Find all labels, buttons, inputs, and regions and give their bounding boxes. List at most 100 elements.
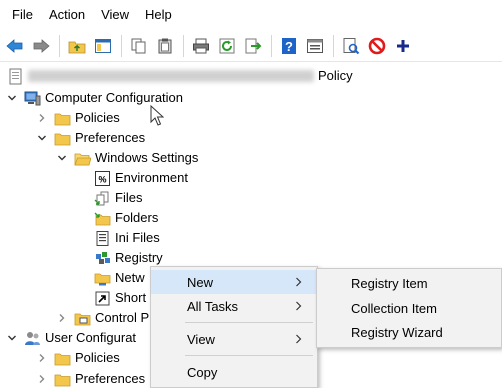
submenu-item-registry-item-label: Registry Item — [351, 275, 428, 291]
mouse-cursor-icon — [150, 105, 164, 126]
network-shares-icon — [93, 269, 111, 287]
folders-label: Folders — [115, 210, 159, 225]
context-menu-separator — [185, 322, 313, 323]
toolbar-separator — [271, 34, 272, 57]
control-panel-label: Control P — [95, 310, 150, 325]
environment-label: Environment — [115, 170, 188, 185]
new-submenu: Registry Item Collection Item Registry W… — [316, 268, 502, 348]
tree-item-control-panel-settings[interactable]: Control P — [56, 308, 149, 328]
chevron-right-icon — [295, 298, 305, 314]
tree-item-root-policy[interactable]: Policy — [6, 66, 353, 86]
submenu-item-registry-wizard-label: Registry Wizard — [351, 324, 443, 340]
chevron-down-icon[interactable] — [56, 148, 68, 168]
folder-icon — [53, 129, 71, 147]
files-label: Files — [115, 190, 143, 205]
export-list-icon[interactable] — [242, 35, 264, 57]
submenu-item-collection-item[interactable]: Collection Item — [317, 296, 501, 320]
block-icon[interactable] — [366, 35, 388, 57]
computer-icon — [23, 89, 41, 107]
show-hide-tree-icon[interactable] — [92, 35, 114, 57]
redacted-policy-name — [28, 70, 314, 82]
context-item-all-tasks-label: All Tasks — [187, 298, 239, 314]
folder-icon — [53, 349, 71, 367]
paste-icon[interactable] — [154, 35, 176, 57]
context-item-view[interactable]: View — [151, 327, 317, 351]
chevron-down-icon[interactable] — [6, 88, 18, 108]
registry-icon — [93, 249, 111, 267]
menu-view[interactable]: View — [93, 4, 137, 26]
folder-icon — [53, 109, 71, 127]
tree-item-registry[interactable]: Registry — [93, 248, 163, 268]
menu-action[interactable]: Action — [41, 4, 93, 26]
policy-document-icon — [6, 67, 24, 85]
context-item-all-tasks[interactable]: All Tasks — [151, 294, 317, 318]
toolbar: ? — [0, 30, 502, 62]
folder-open-icon — [73, 149, 91, 167]
context-item-view-label: View — [187, 331, 215, 347]
context-item-new[interactable]: New — [151, 270, 317, 294]
tree-item-user-preferences[interactable]: Preferences — [36, 369, 145, 388]
tree-item-policies[interactable]: Policies — [36, 108, 120, 128]
svg-text:?: ? — [285, 39, 293, 54]
toolbar-separator — [59, 34, 60, 57]
shortcuts-label: Short — [115, 290, 147, 305]
tree-item-network-shares[interactable]: Netw — [93, 268, 145, 288]
chevron-right-icon[interactable] — [36, 108, 48, 128]
help-icon[interactable]: ? — [278, 35, 300, 57]
document-search-icon[interactable] — [340, 35, 362, 57]
print-icon[interactable] — [190, 35, 212, 57]
refresh-icon[interactable] — [216, 35, 238, 57]
folders-icon — [93, 209, 111, 227]
policies-label: Policies — [75, 110, 120, 125]
tree-item-preferences[interactable]: Preferences — [36, 128, 145, 148]
tree-item-shortcuts[interactable]: Short — [93, 288, 146, 308]
tree-item-environment[interactable]: % Environment — [93, 168, 188, 188]
toolbar-separator — [121, 34, 122, 57]
shortcut-icon — [93, 289, 111, 307]
chevron-right-icon[interactable] — [56, 308, 68, 328]
tree-item-user-policies[interactable]: Policies — [36, 348, 120, 368]
chevron-right-icon — [295, 274, 305, 290]
up-folder-icon[interactable] — [66, 35, 88, 57]
users-icon — [23, 329, 41, 347]
tree-item-files[interactable]: Files — [93, 188, 142, 208]
registry-label: Registry — [115, 250, 163, 265]
context-item-copy-label: Copy — [187, 364, 218, 380]
context-menu: New All Tasks View Copy — [150, 266, 318, 388]
context-menu-separator — [185, 355, 313, 356]
files-icon — [93, 189, 111, 207]
chevron-right-icon[interactable] — [36, 348, 48, 368]
toolbar-separator — [333, 34, 334, 57]
submenu-item-registry-item[interactable]: Registry Item — [317, 271, 501, 295]
control-panel-icon — [73, 309, 91, 327]
menu-bar: File Action View Help — [0, 0, 502, 30]
back-arrow-icon[interactable] — [4, 35, 26, 57]
submenu-item-collection-item-label: Collection Item — [351, 300, 437, 316]
menu-help[interactable]: Help — [137, 4, 180, 26]
tree-item-windows-settings[interactable]: Windows Settings — [56, 148, 198, 168]
ini-file-icon — [93, 229, 111, 247]
forward-arrow-icon[interactable] — [30, 35, 52, 57]
submenu-item-registry-wizard[interactable]: Registry Wizard — [317, 320, 501, 344]
user-preferences-label: Preferences — [75, 371, 146, 386]
toolbar-separator — [183, 34, 184, 57]
add-icon[interactable] — [392, 35, 414, 57]
chevron-down-icon[interactable] — [6, 328, 18, 348]
tree-item-folders[interactable]: Folders — [93, 208, 158, 228]
svg-text:%: % — [98, 174, 106, 184]
tree-item-user-configuration[interactable]: User Configurat — [6, 328, 136, 348]
root-policy-label: Policy — [318, 68, 353, 83]
copy-icon[interactable] — [128, 35, 150, 57]
chevron-down-icon[interactable] — [36, 128, 48, 148]
network-shares-label: Netw — [115, 270, 145, 285]
chevron-right-icon[interactable] — [36, 369, 48, 388]
chevron-right-icon — [295, 331, 305, 347]
preferences-label: Preferences — [75, 130, 146, 145]
user-policies-label: Policies — [75, 350, 120, 365]
context-item-copy[interactable]: Copy — [151, 360, 317, 384]
ini-files-label: Ini Files — [115, 230, 160, 245]
menu-file[interactable]: File — [4, 4, 41, 26]
folder-icon — [53, 370, 71, 388]
tree-item-ini-files[interactable]: Ini Files — [93, 228, 160, 248]
properties-pane-icon[interactable] — [304, 35, 326, 57]
